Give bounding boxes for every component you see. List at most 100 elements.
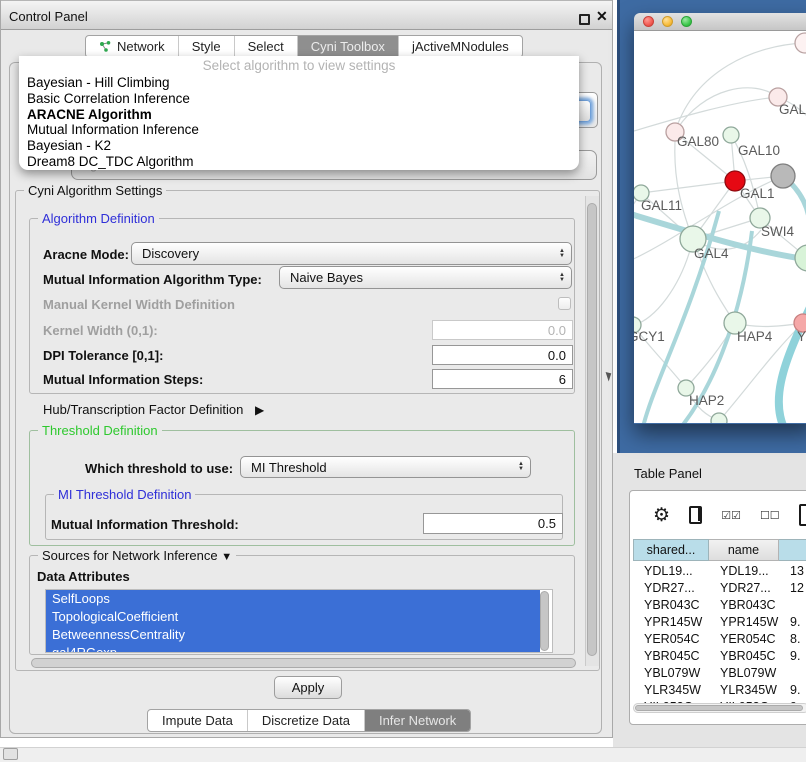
which-threshold-combobox[interactable]: MI Threshold ▲▼ xyxy=(240,456,531,478)
attributes-scrollbar-thumb[interactable] xyxy=(540,591,549,651)
collapsed-panel-icon[interactable] xyxy=(3,748,18,760)
algorithm-option[interactable]: Dream8 DC_TDC Algorithm xyxy=(19,154,579,170)
cell: YPR145W xyxy=(709,615,779,629)
apply-button[interactable]: Apply xyxy=(274,676,342,699)
cell xyxy=(779,598,806,612)
cell: YBR045C xyxy=(633,649,709,663)
dpi-tolerance-field[interactable]: 0.0 xyxy=(432,345,573,365)
table-row[interactable]: YBR045CYBR045C9. xyxy=(633,649,806,663)
mi-threshold-field[interactable]: 0.5 xyxy=(423,513,563,534)
mi-type-combobox[interactable]: Naive Bayes ▲▼ xyxy=(279,266,572,289)
cell: YDL19... xyxy=(709,564,779,578)
column-header-partial[interactable] xyxy=(779,539,806,561)
checked-boxes-icon[interactable]: ☑☑ xyxy=(721,509,741,522)
algorithm-option[interactable]: Bayesian - K2 xyxy=(19,138,579,154)
manual-kernel-checkbox[interactable] xyxy=(558,297,571,310)
tab-select-label: Select xyxy=(248,39,284,54)
network-view-window[interactable]: GAL GAL80 GAL10 GAL1 GAL11 SWI4 GAL4 GCY… xyxy=(634,13,806,424)
table-row[interactable]: YPR145WYPR145W9. xyxy=(633,615,806,629)
table-panel-box: ⚙ ☑☑ ☐☐ shared... name YDL19...YDL19...1… xyxy=(629,490,806,725)
which-threshold-value: MI Threshold xyxy=(241,460,512,475)
table-header-row: shared... name xyxy=(633,539,806,561)
sources-group-title[interactable]: Sources for Network Inference ▼ xyxy=(38,548,236,563)
dpi-tolerance-label: DPI Tolerance [0,1]: xyxy=(43,348,163,363)
combo-stepper-icon: ▲▼ xyxy=(553,273,571,283)
mi-steps-field[interactable]: 6 xyxy=(432,369,573,389)
tab-jactivemnodules[interactable]: jActiveMNodules xyxy=(399,36,522,57)
table-row[interactable]: YBR043CYBR043C xyxy=(633,598,806,612)
settings-hscrollbar-thumb[interactable] xyxy=(31,658,576,668)
cell: 9. xyxy=(779,683,806,697)
data-attributes-label: Data Attributes xyxy=(37,569,130,584)
tab-style-label: Style xyxy=(192,39,221,54)
table-hscrollbar-thumb[interactable] xyxy=(635,705,803,711)
expand-right-icon: ▶ xyxy=(247,403,264,417)
control-panel-titlebar[interactable]: Control Panel ✕ xyxy=(1,0,612,30)
tab-impute-data[interactable]: Impute Data xyxy=(148,710,248,731)
algorithm-popup-placeholder: Select algorithm to view settings xyxy=(19,58,579,75)
tab-infer-network-label: Infer Network xyxy=(379,713,456,728)
table-row[interactable]: YDR27...YDR27...12 xyxy=(633,581,806,595)
mi-type-value: Naive Bayes xyxy=(280,270,553,285)
hub-definition-toggle[interactable]: Hub/Transcription Factor Definition ▶ xyxy=(43,402,264,417)
algorithm-option[interactable]: Mutual Information Inference xyxy=(19,122,579,138)
bottom-tabbar: Impute Data Discretize Data Infer Networ… xyxy=(147,709,471,732)
tab-cyni-toolbox[interactable]: Cyni Toolbox xyxy=(298,36,399,57)
node-label: GAL1 xyxy=(740,186,775,201)
algorithm-option[interactable]: Bayesian - Hill Climbing xyxy=(19,75,579,91)
data-attributes-list[interactable]: SelfLoops TopologicalCoefficient Between… xyxy=(45,589,553,653)
network-window-titlebar[interactable] xyxy=(634,13,806,31)
network-canvas[interactable]: GAL GAL80 GAL10 GAL1 GAL11 SWI4 GAL4 GCY… xyxy=(634,31,806,423)
tab-discretize-data-label: Discretize Data xyxy=(262,713,350,728)
node-label: HAP4 xyxy=(737,329,772,344)
cell: YBR043C xyxy=(633,598,709,612)
column-header-shared[interactable]: shared... xyxy=(633,539,709,561)
cell: YLR345W xyxy=(709,683,779,697)
combo-stepper-icon: ▲▼ xyxy=(553,249,571,259)
tab-style[interactable]: Style xyxy=(179,36,235,57)
float-window-icon[interactable] xyxy=(579,14,590,25)
column-header-name[interactable]: name xyxy=(709,539,779,561)
minimize-traffic-icon[interactable] xyxy=(662,16,673,27)
which-threshold-label: Which threshold to use: xyxy=(85,461,233,476)
aracne-mode-value: Discovery xyxy=(132,246,553,261)
mi-type-label: Mutual Information Algorithm Type: xyxy=(43,272,262,287)
node-label: GAL xyxy=(779,102,806,117)
tab-select[interactable]: Select xyxy=(235,36,298,57)
mi-threshold-label: Mutual Information Threshold: xyxy=(51,517,239,532)
document-icon[interactable] xyxy=(799,504,806,526)
zoom-traffic-icon[interactable] xyxy=(681,16,692,27)
cell: 9. xyxy=(779,649,806,663)
bottom-strip xyxy=(0,747,806,762)
node-label: GAL80 xyxy=(677,134,719,149)
unchecked-boxes-icon[interactable]: ☐☐ xyxy=(760,509,780,522)
kernel-width-field[interactable]: 0.0 xyxy=(432,320,573,340)
tab-impute-data-label: Impute Data xyxy=(162,713,233,728)
algorithm-option-selected[interactable]: ARACNE Algorithm xyxy=(19,107,579,123)
attribute-item-selected[interactable]: BetweennessCentrality xyxy=(46,626,540,644)
table-row[interactable]: YER054CYER054C8. xyxy=(633,632,806,646)
attribute-item-selected[interactable]: gal4RGexp xyxy=(46,644,540,653)
cyni-settings-group-title: Cyni Algorithm Settings xyxy=(24,183,166,198)
algorithm-option[interactable]: Basic Correlation Inference xyxy=(19,91,579,107)
node-label: GCY1 xyxy=(634,329,665,344)
attribute-item-selected[interactable]: SelfLoops xyxy=(46,590,540,608)
close-traffic-icon[interactable] xyxy=(643,16,654,27)
table-row[interactable]: YLR345WYLR345W9. xyxy=(633,683,806,697)
table-row[interactable]: YBL079WYBL079W xyxy=(633,666,806,680)
hub-definition-label: Hub/Transcription Factor Definition xyxy=(43,402,243,417)
close-icon[interactable]: ✕ xyxy=(596,8,608,25)
aracne-mode-combobox[interactable]: Discovery ▲▼ xyxy=(131,242,572,265)
gear-icon[interactable]: ⚙ xyxy=(653,506,670,525)
columns-icon[interactable] xyxy=(689,506,702,524)
tab-infer-network[interactable]: Infer Network xyxy=(365,710,470,731)
manual-kernel-label: Manual Kernel Width Definition xyxy=(43,297,235,312)
settings-scrollbar-thumb[interactable] xyxy=(587,203,597,656)
tab-network[interactable]: Network xyxy=(86,36,179,57)
table-row[interactable]: YDL19...YDL19...13 xyxy=(633,564,806,578)
tab-discretize-data[interactable]: Discretize Data xyxy=(248,710,365,731)
table-hscrollbar[interactable] xyxy=(633,703,806,713)
cell: YBL079W xyxy=(633,666,709,680)
attribute-item-selected[interactable]: TopologicalCoefficient xyxy=(46,608,540,626)
cell: YPR145W xyxy=(633,615,709,629)
